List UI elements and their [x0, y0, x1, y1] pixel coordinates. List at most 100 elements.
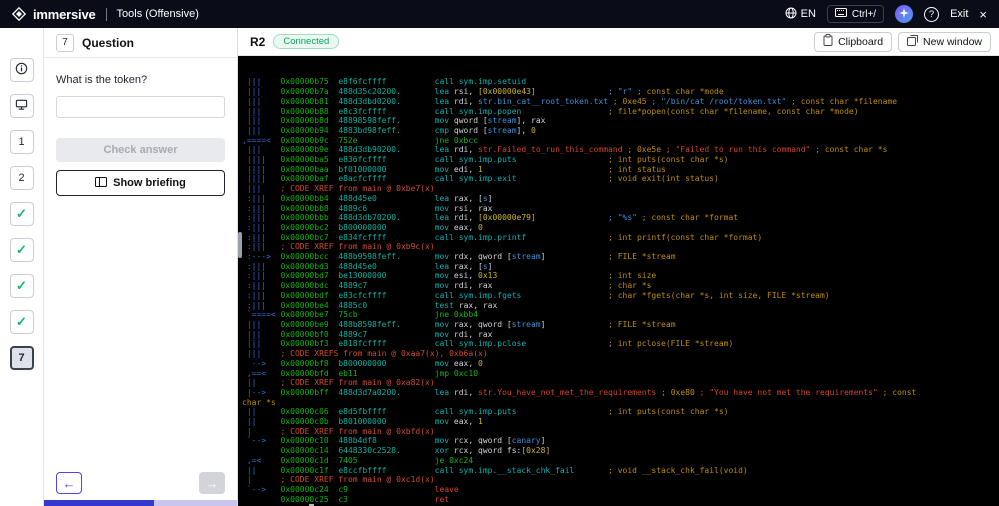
show-briefing-button[interactable]: Show briefing [56, 170, 225, 196]
question-number-badge: 7 [56, 33, 74, 52]
terminal-line: || ; CODE XREF from main @ 0xa82(x) [242, 378, 435, 388]
terminal-line: |||| 0x00000baf e8acfcffff call sym.imp.… [242, 174, 719, 184]
rail-item-question-6-complete[interactable]: ✓ [9, 310, 34, 334]
product-title: Tools (Offensive) [116, 8, 199, 20]
terminal-line: ||| 0x00000b75 e8f6fcffff call sym.imp.s… [242, 77, 527, 87]
terminal-line: ||| 0x00000b7a 488d35c20200. lea rsi, [0… [242, 87, 724, 97]
connection-status-badge: Connected [273, 34, 340, 49]
new-window-icon [907, 34, 919, 49]
r2-output: ||| 0x00000b75 e8f6fcffff call sym.imp.s… [242, 77, 999, 506]
check-icon: ✓ [16, 278, 27, 293]
exit-button[interactable]: Exit [950, 8, 968, 20]
terminal-line: :||| 0x00000bbb 488d3db70200. lea rdi, [… [242, 213, 739, 223]
terminal-line: || 0x00000c0b b801000000 mov eax, 1 [242, 417, 483, 427]
terminal-line: || 0x00000c06 e8d5fbffff call sym.imp.pu… [242, 407, 729, 417]
boost-button[interactable] [895, 5, 914, 23]
topbar: immersive Tools (Offensive) EN Ctrl+/ ? … [0, 0, 999, 28]
terminal-line: --> 0x00000bf8 b800000000 mov eax, 0 [242, 358, 483, 368]
clipboard-label: Clipboard [838, 35, 884, 48]
terminal-line: ,=< 0x00000c1d 7405 je 0xc24 [242, 455, 474, 465]
question-nav: ← → [56, 472, 225, 494]
clipboard-button[interactable]: Clipboard [814, 31, 893, 52]
terminal-line: :||| ; CODE XREF from main @ 0xb9c(x) [242, 242, 435, 252]
horizontal-scrollbar[interactable] [44, 500, 237, 506]
terminal-line: || 0x00000c1f e8ccfbffff call sym.imp.__… [242, 465, 748, 475]
question-panel: 7 Question What is the token? Check answ… [44, 28, 238, 506]
terminal-line: ||| 0x00000bf3 e818fcffff call sym.imp.p… [242, 339, 734, 349]
rail-item-machine[interactable] [9, 94, 34, 118]
terminal-line: ||| ; CODE XREFS from main @ 0xaa7(x), 0… [242, 349, 488, 359]
terminal-line: ,==< 0x00000bfd eb11 jmp 0xc10 [242, 368, 479, 378]
topbar-left: immersive Tools (Offensive) [12, 7, 199, 22]
next-question-button[interactable]: → [199, 472, 225, 494]
scrollbar-thumb[interactable] [44, 500, 154, 506]
rail-item-question-5-complete[interactable]: ✓ [9, 274, 34, 298]
close-icon[interactable]: × [979, 8, 987, 21]
terminal-line: | ; CODE XREF from main @ 0xc1d(x) [242, 475, 435, 485]
question-1-label: 1 [18, 136, 25, 148]
terminal-line: 0x00000c14 6448330c2528. xor rcx, qword … [280, 446, 551, 456]
terminal-line: ||| 0x00000b8d 48898598feff. mov qword [… [242, 116, 546, 126]
r2-header-actions: Clipboard New window [814, 31, 991, 52]
check-icon: ✓ [16, 314, 27, 329]
terminal-line: :||| 0x00000bd3 488d45e0 lea rax, [s] [242, 261, 493, 271]
question-2-label: 2 [18, 172, 25, 184]
terminal-line: `====< 0x00000be7 75cb jne 0xbb4 [242, 310, 479, 320]
keyboard-icon [834, 8, 847, 20]
terminal-line: :---> 0x00000bcc 488b9598feff. mov rdx, … [242, 252, 676, 262]
info-icon [15, 62, 28, 78]
new-window-button[interactable]: New window [898, 31, 991, 52]
shortcut-label: Ctrl+/ [851, 8, 877, 20]
question-header: 7 Question [44, 28, 237, 58]
rail-item-question-4-complete[interactable]: ✓ [9, 238, 34, 262]
terminal-line: ||| 0x00000b81 488d3dbd0200. lea rdi, st… [242, 96, 898, 106]
terminal-title: R2 [250, 34, 266, 49]
new-window-label: New window [923, 35, 982, 48]
terminal-line: :||| 0x00000bc2 b800000000 mov eax, 0 [242, 222, 483, 232]
terminal-line: :||| 0x00000bd7 be13000000 mov esi, 0x13… [242, 271, 657, 281]
r2-terminal[interactable]: ||| 0x00000b75 e8f6fcffff call sym.imp.s… [238, 56, 999, 506]
check-answer-button[interactable]: Check answer [56, 138, 225, 162]
help-button[interactable]: ? [924, 6, 940, 22]
check-icon: ✓ [16, 242, 27, 257]
terminal-line: char *s [242, 397, 276, 407]
question-7-label: 7 [18, 352, 25, 364]
briefing-label: Show briefing [113, 177, 186, 189]
question-prompt: What is the token? [56, 74, 148, 86]
rail-item-info[interactable] [9, 58, 34, 82]
help-label: ? [928, 8, 935, 20]
globe-icon [785, 7, 797, 22]
immersive-logo-icon [12, 7, 26, 21]
terminal-line: ||| 0x00000be9 488b8598feff. mov rax, qw… [242, 319, 676, 329]
terminal-scrollbar-thumb[interactable] [238, 232, 242, 258]
terminal-line: :||| 0x00000bdf e83cfcffff call sym.imp.… [242, 290, 830, 300]
shortcut-button[interactable]: Ctrl+/ [826, 5, 885, 23]
question-rail: 1 2 ✓ ✓ ✓ ✓ 7 [0, 28, 44, 506]
monitor-icon [15, 98, 28, 114]
rail-item-question-1[interactable]: 1 [9, 130, 34, 154]
check-icon: ✓ [16, 206, 27, 221]
question-panel-title: Question [82, 35, 135, 50]
rail-item-question-3-complete[interactable]: ✓ [9, 202, 34, 226]
terminal-line: | ; CODE XREF from main @ 0xbfd(x) [242, 426, 435, 436]
terminal-line: 0x00000c25 c3 ret [280, 494, 450, 504]
terminal-line: :||| 0x00000bc7 e834fcffff call sym.imp.… [242, 232, 763, 242]
briefing-icon [95, 176, 108, 190]
terminal-line: ||| 0x00000b94 4883bd98feff. cmp qword [… [242, 125, 536, 135]
terminal-line: ||| ; CODE XREF from main @ 0xbe7(x) [242, 184, 435, 194]
language-button[interactable]: EN [785, 7, 816, 22]
app-root: immersive Tools (Offensive) EN Ctrl+/ ? … [0, 0, 999, 506]
main-area: 1 2 ✓ ✓ ✓ ✓ 7 7 Question What is the tok… [0, 28, 999, 506]
question-body: What is the token? Check answer Show bri… [44, 58, 237, 506]
terminal-line: |||| 0x00000baa bf01000000 mov edi, 1 ; … [242, 164, 666, 174]
language-label: EN [800, 8, 816, 20]
rail-item-question-7[interactable]: 7 [9, 346, 34, 370]
answer-input[interactable] [56, 96, 225, 118]
rail-item-question-2[interactable]: 2 [9, 166, 34, 190]
terminal-line: :||| 0x00000be4 4885c0 test rax, rax [242, 300, 498, 310]
terminal-line: ||| 0x00000b9e 488d3db90200. lea rdi, st… [242, 145, 888, 155]
prev-question-button[interactable]: ← [56, 472, 82, 494]
r2-panel: R2 Connected Clipboard New window ||| 0x… [238, 28, 999, 506]
terminal-line: `--> 0x00000c10 488b4df8 mov rcx, qword … [242, 436, 546, 446]
topbar-divider [105, 7, 107, 21]
